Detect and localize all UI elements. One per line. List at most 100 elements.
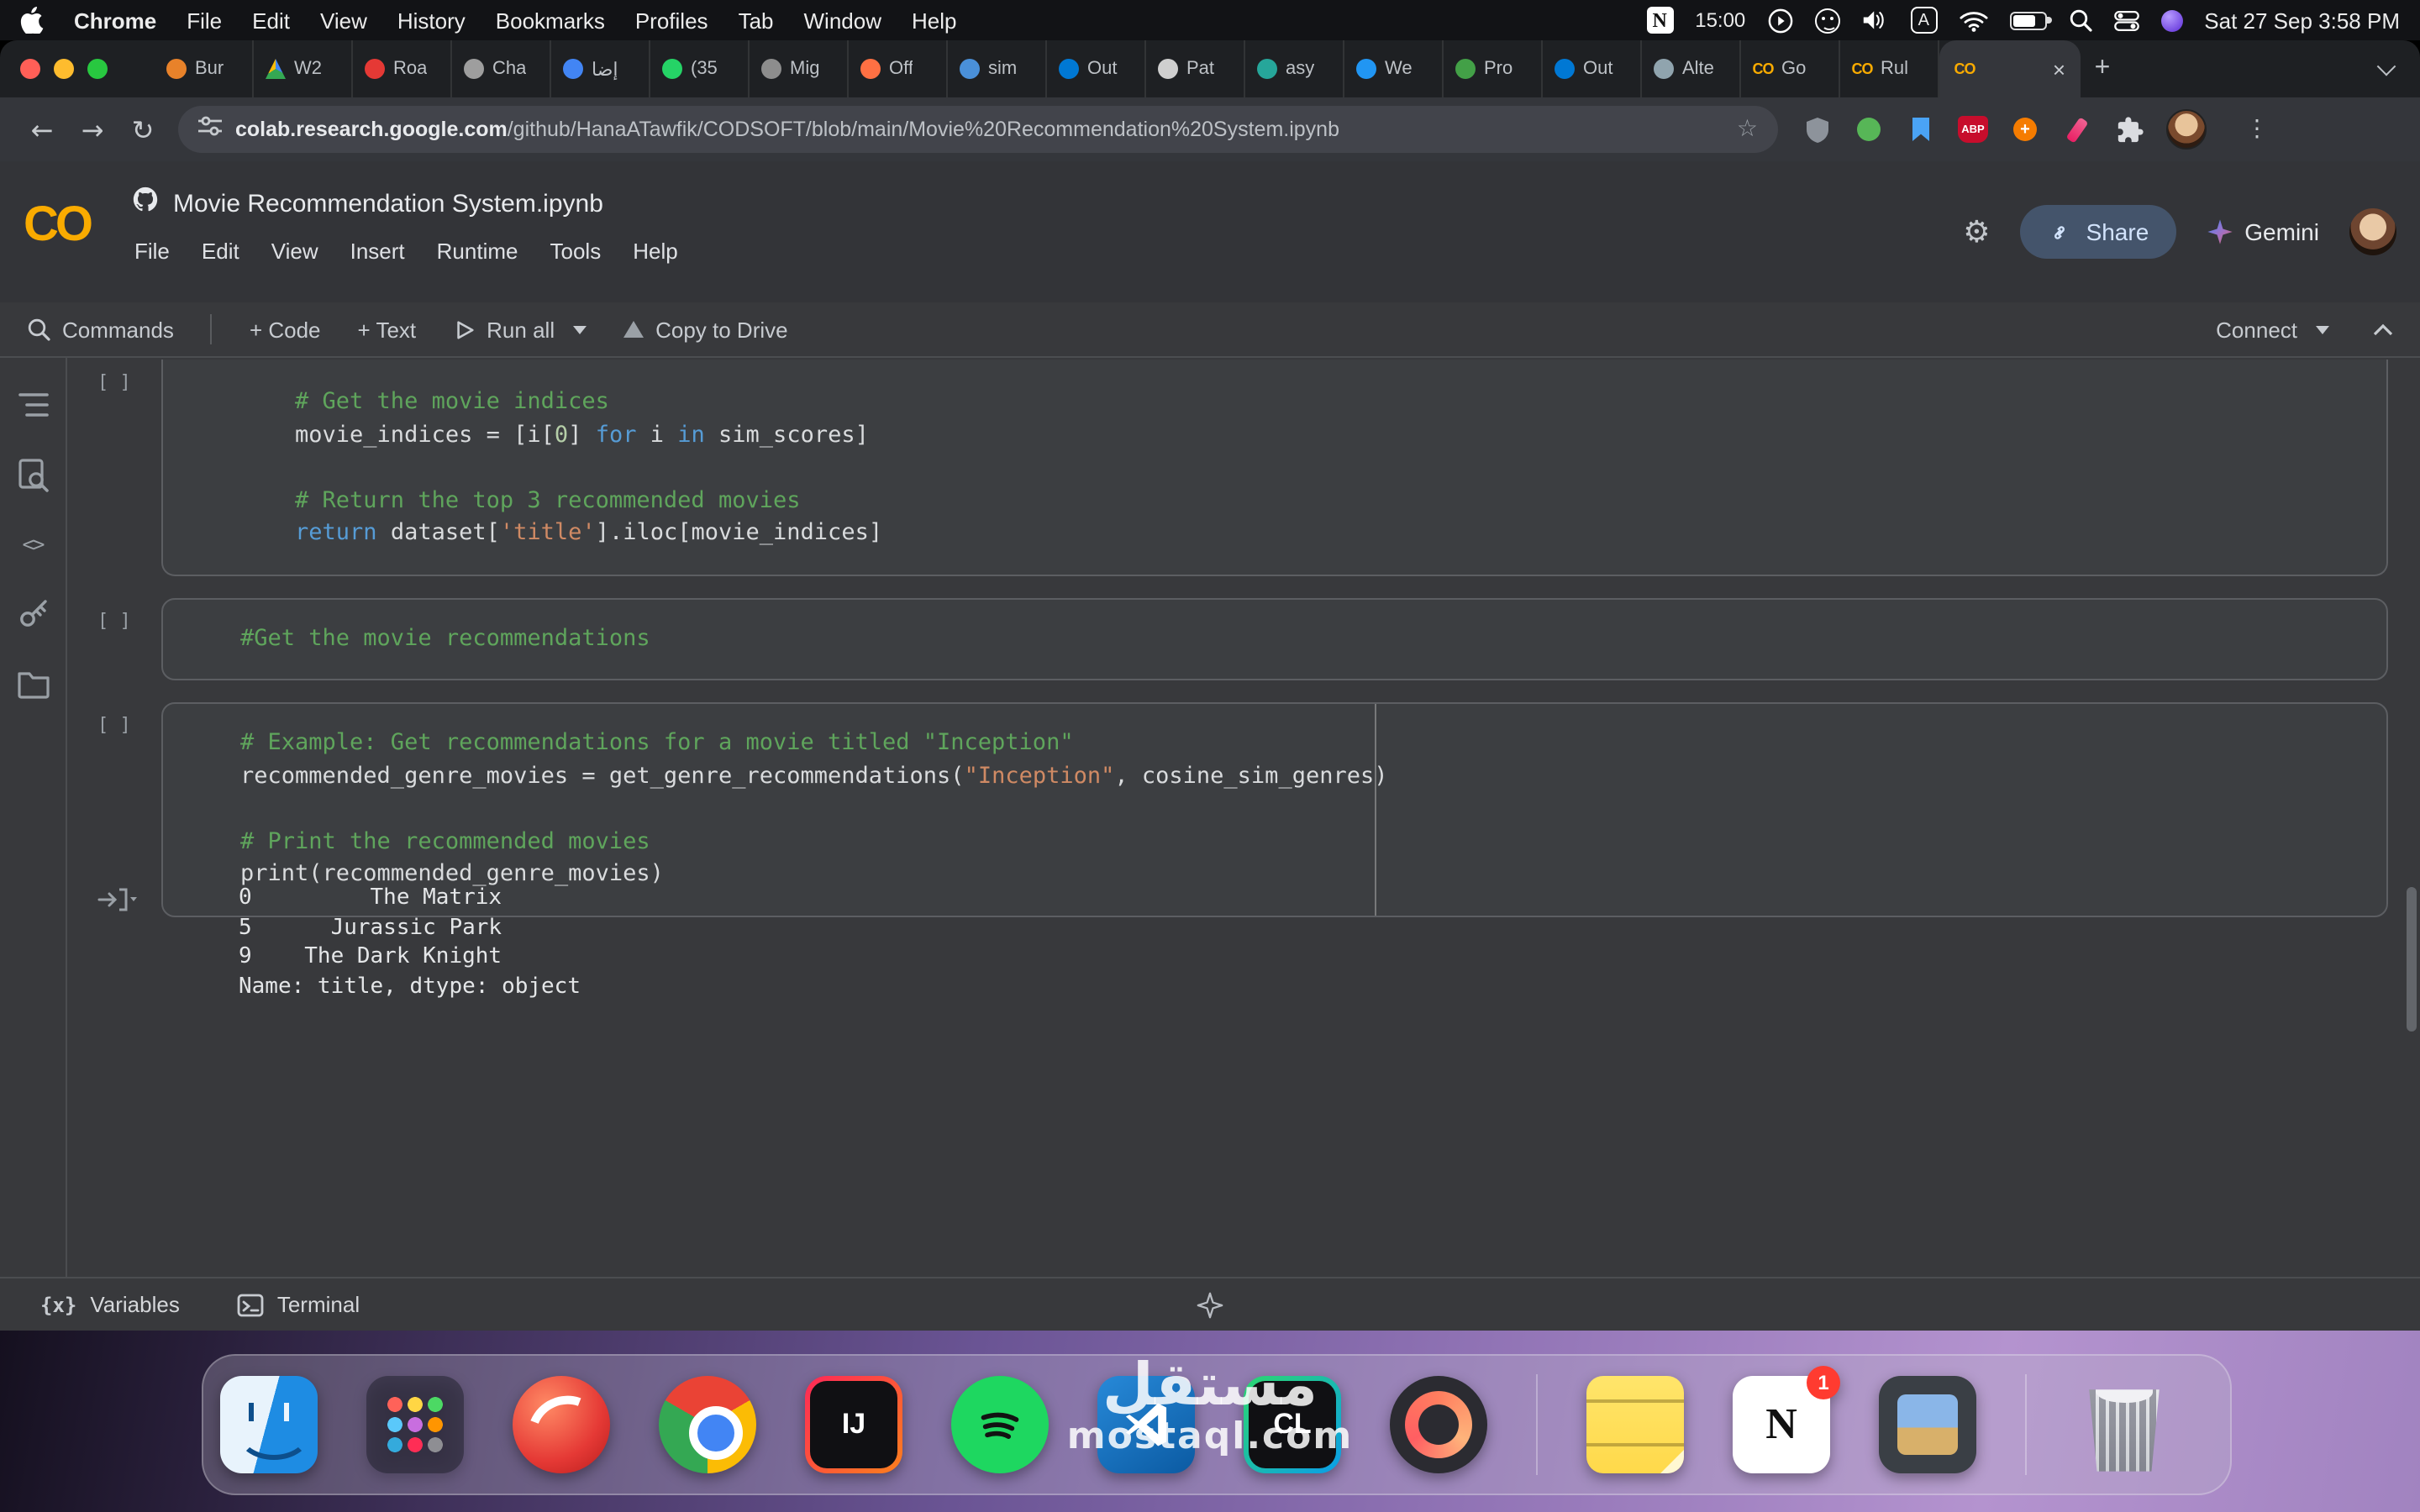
clion-dock-icon[interactable]: CL <box>1244 1376 1341 1473</box>
menu-item-history[interactable]: History <box>397 8 466 33</box>
browser-profile-avatar[interactable] <box>2166 109 2207 150</box>
notion-menubar-icon[interactable]: N <box>1646 7 1673 34</box>
battery-icon[interactable] <box>2009 11 2046 29</box>
code-cell[interactable]: # Get the movie indices movie_indices = … <box>161 360 2388 575</box>
colab-menu-runtime[interactable]: Runtime <box>437 239 518 264</box>
share-button[interactable]: Share <box>2021 205 2176 259</box>
shield-extension-icon[interactable] <box>1802 114 1832 144</box>
settings-gear-icon[interactable]: ⚙ <box>1963 214 1990 249</box>
cell-run-indicator[interactable]: [ ] <box>97 714 131 736</box>
browser-tab[interactable]: Bur <box>155 40 254 97</box>
add-text-button[interactable]: + Text <box>358 317 417 342</box>
highlighter-extension-icon[interactable] <box>2062 114 2092 144</box>
code-cell[interactable]: #Get the movie recommendations <box>161 597 2388 680</box>
orange-plus-extension-icon[interactable]: + <box>2010 114 2040 144</box>
colab-logo[interactable]: CO <box>24 198 90 254</box>
browser-tab[interactable]: Out <box>1543 40 1642 97</box>
add-code-button[interactable]: + Code <box>250 317 321 342</box>
address-bar[interactable]: colab.research.google.com/github/HanaATa… <box>178 106 1778 153</box>
new-tab-button[interactable]: + <box>2081 40 2124 97</box>
emoji-menubar-icon[interactable] <box>1814 8 1839 33</box>
preview-app-dock-icon[interactable] <box>1879 1376 1976 1473</box>
cell-run-indicator[interactable]: [ ] <box>97 371 131 393</box>
active-tab-colab[interactable]: CO× <box>1939 40 2081 97</box>
spotlight-search-icon[interactable] <box>2068 8 2091 32</box>
recording-indicator-dot[interactable] <box>2160 9 2182 31</box>
ai-sparkle-icon[interactable] <box>1195 1290 1225 1326</box>
browser-tab[interactable]: Mig <box>750 40 849 97</box>
volume-icon[interactable] <box>1861 8 1888 32</box>
tab-search-button[interactable] <box>2370 54 2403 84</box>
menu-item-chrome[interactable]: Chrome <box>74 8 156 33</box>
browser-tab[interactable]: CORul <box>1840 40 1939 97</box>
ring-app-dock-icon[interactable] <box>1390 1376 1487 1473</box>
back-button[interactable]: ← <box>17 113 67 145</box>
menubar-date-time[interactable]: Sat 27 Sep 3:58 PM <box>2204 8 2400 33</box>
scrollbar-thumb[interactable] <box>2407 887 2417 1032</box>
colab-menu-view[interactable]: View <box>271 239 318 264</box>
browser-tab[interactable]: sim <box>948 40 1047 97</box>
terminal-button[interactable]: Terminal <box>237 1292 360 1317</box>
colab-menu-help[interactable]: Help <box>633 239 678 264</box>
colab-menu-tools[interactable]: Tools <box>550 239 602 264</box>
menu-item-tab[interactable]: Tab <box>739 8 774 33</box>
close-tab-icon[interactable]: × <box>2053 58 2065 80</box>
collapse-header-button[interactable] <box>2373 323 2393 336</box>
adblock-plus-extension-icon[interactable]: ABP <box>1958 116 1988 143</box>
menu-item-bookmarks[interactable]: Bookmarks <box>496 8 605 33</box>
menu-item-profiles[interactable]: Profiles <box>635 8 708 33</box>
chrome-dock-icon[interactable] <box>659 1376 756 1473</box>
reload-button[interactable]: ↻ <box>118 113 168 145</box>
browser-tab[interactable]: Roa <box>353 40 452 97</box>
notion-dock-icon[interactable]: N 1 <box>1733 1376 1830 1473</box>
menu-item-file[interactable]: File <box>187 8 222 33</box>
run-all-button[interactable]: Run all <box>453 317 587 342</box>
menu-item-help[interactable]: Help <box>912 8 957 33</box>
control-center-icon[interactable] <box>2113 9 2139 31</box>
stickies-dock-icon[interactable] <box>1586 1376 1684 1473</box>
browser-tab[interactable]: Off <box>849 40 948 97</box>
browser-tab[interactable]: (35 <box>650 40 750 97</box>
colab-menu-file[interactable]: File <box>134 239 170 264</box>
close-window-button[interactable] <box>20 59 40 79</box>
finder-dock-icon[interactable] <box>220 1376 318 1473</box>
connect-button[interactable]: Connect <box>2216 317 2329 342</box>
cell-run-indicator[interactable]: [ ] <box>97 609 131 631</box>
browser-tab[interactable]: Alte <box>1642 40 1741 97</box>
browser-tab[interactable]: asy <box>1245 40 1344 97</box>
red-browser-dock-icon[interactable] <box>513 1376 610 1473</box>
browser-tab[interactable]: Cha <box>452 40 551 97</box>
play-circle-icon[interactable] <box>1767 8 1792 33</box>
variables-button[interactable]: {x} Variables <box>40 1292 180 1317</box>
browser-tab[interactable]: We <box>1344 40 1444 97</box>
launchpad-dock-icon[interactable] <box>366 1376 464 1473</box>
adguard-extension-icon[interactable] <box>1854 114 1884 144</box>
colab-menu-insert[interactable]: Insert <box>350 239 405 264</box>
trash-dock-icon[interactable] <box>2075 1376 2173 1473</box>
notebook-title[interactable]: Movie Recommendation System.ipynb <box>173 189 603 218</box>
bookmark-flag-extension-icon[interactable] <box>1906 114 1936 144</box>
menu-item-edit[interactable]: Edit <box>252 8 290 33</box>
menu-item-view[interactable]: View <box>320 8 367 33</box>
browser-tab[interactable]: Pat <box>1146 40 1245 97</box>
commands-button[interactable]: Commands <box>27 317 174 342</box>
browser-tab[interactable]: Out <box>1047 40 1146 97</box>
bookmark-star-icon[interactable]: ☆ <box>1737 116 1758 143</box>
vscode-dock-icon[interactable] <box>1097 1376 1195 1473</box>
minimize-window-button[interactable] <box>54 59 74 79</box>
colab-menu-edit[interactable]: Edit <box>202 239 239 264</box>
site-settings-icon[interactable] <box>198 114 222 144</box>
forward-button[interactable]: → <box>67 113 118 145</box>
input-source-icon[interactable]: A <box>1910 7 1937 34</box>
intellij-dock-icon[interactable]: IJ <box>805 1376 902 1473</box>
gemini-button[interactable]: Gemini <box>2206 218 2319 245</box>
copy-to-drive-button[interactable]: Copy to Drive <box>623 317 788 342</box>
browser-tab[interactable]: W2 <box>254 40 353 97</box>
browser-menu-kebab-icon[interactable]: ⋮ <box>2245 116 2269 143</box>
menu-item-window[interactable]: Window <box>804 8 882 33</box>
browser-tab[interactable]: إضا <box>551 40 650 97</box>
browser-tab[interactable]: COGo <box>1741 40 1840 97</box>
apple-logo-icon[interactable] <box>20 7 44 34</box>
colab-profile-avatar[interactable] <box>2349 208 2396 255</box>
wifi-icon[interactable] <box>1959 9 1987 31</box>
